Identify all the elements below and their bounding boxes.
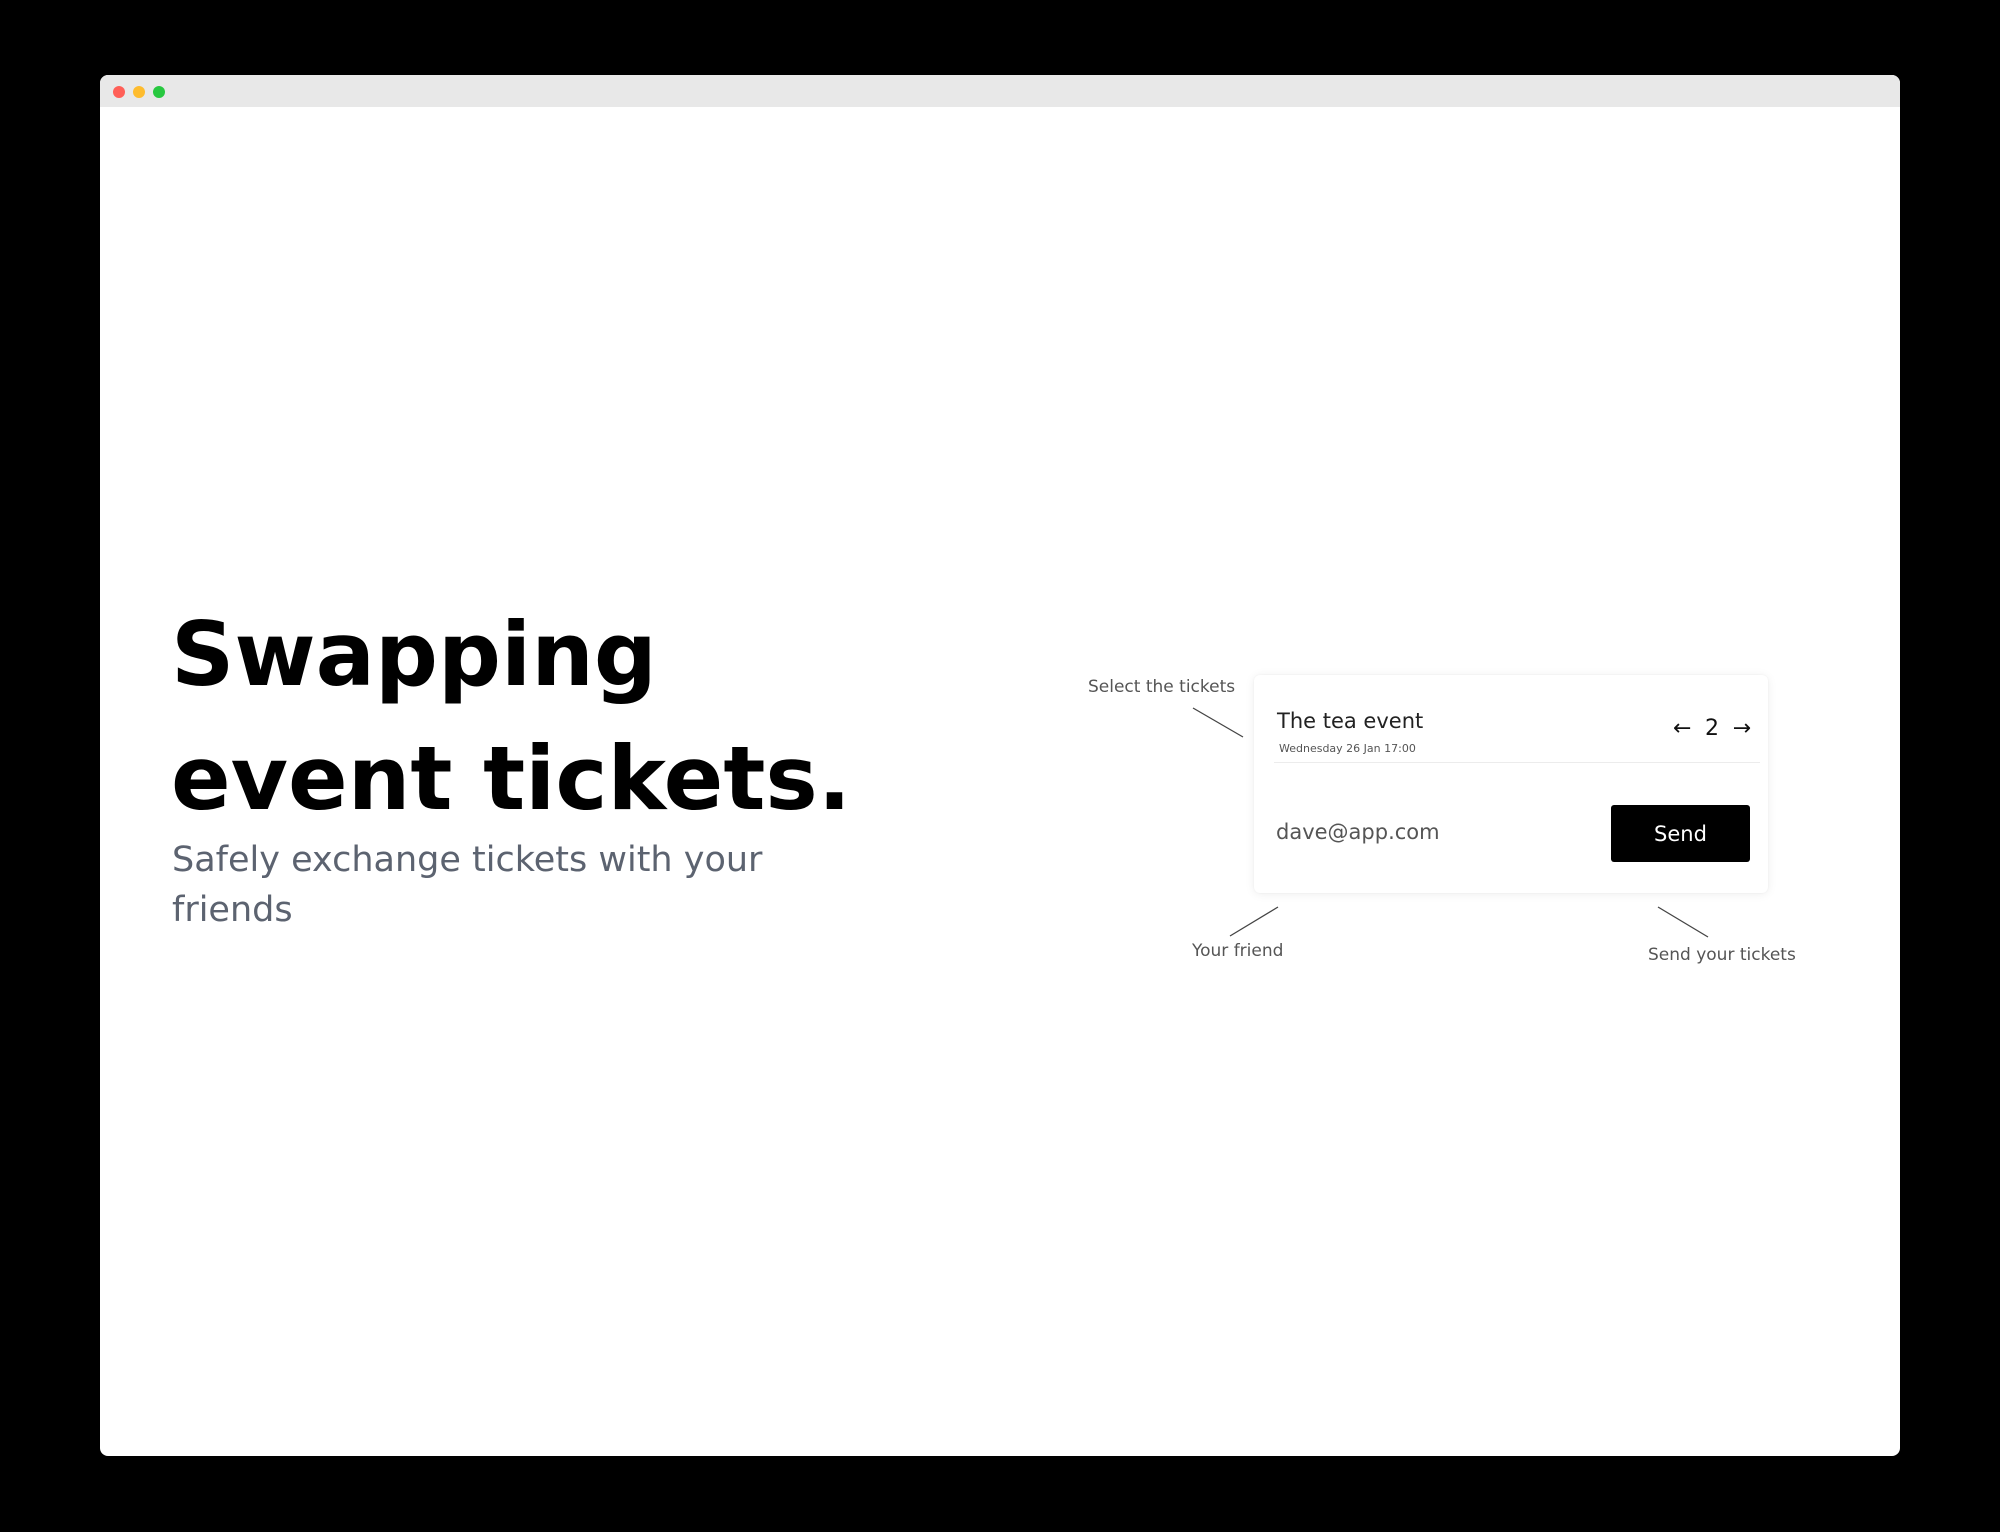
select-tickets-annotation: Select the tickets: [1088, 677, 1236, 697]
hero-title: Swapping event tickets.: [171, 593, 931, 841]
ticket-swap-card: The tea event Wednesday 26 Jan 17:00 ← 2…: [1254, 675, 1768, 893]
send-tickets-leader-line: [1657, 906, 1709, 938]
ticket-quantity-stepper: ← 2 →: [1673, 713, 1751, 743]
select-tickets-leader-line: [1192, 707, 1244, 738]
send-button[interactable]: Send: [1611, 805, 1750, 862]
event-name: The tea event: [1277, 709, 1424, 733]
arrow-left-icon[interactable]: ←: [1673, 716, 1691, 741]
event-date: Wednesday 26 Jan 17:00: [1279, 742, 1416, 755]
your-friend-annotation: Your friend: [1192, 941, 1284, 961]
maximize-window-icon[interactable]: [153, 86, 165, 98]
hero-subtitle: Safely exchange tickets with your friend…: [172, 840, 763, 930]
arrow-right-icon[interactable]: →: [1733, 716, 1751, 741]
hero-title-line-2: event tickets.: [171, 727, 852, 830]
your-friend-leader-line: [1229, 906, 1279, 937]
title-bar: [100, 75, 1900, 107]
friend-email-input[interactable]: [1276, 807, 1596, 857]
card-divider: [1274, 762, 1760, 763]
send-tickets-annotation: Send your tickets: [1648, 945, 1796, 965]
ticket-count: 2: [1705, 715, 1719, 741]
minimize-window-icon[interactable]: [133, 86, 145, 98]
browser-window: Swapping event tickets. Safely exchange t…: [100, 75, 1900, 1456]
hero-title-line-1: Swapping: [171, 603, 657, 706]
close-window-icon[interactable]: [113, 86, 125, 98]
